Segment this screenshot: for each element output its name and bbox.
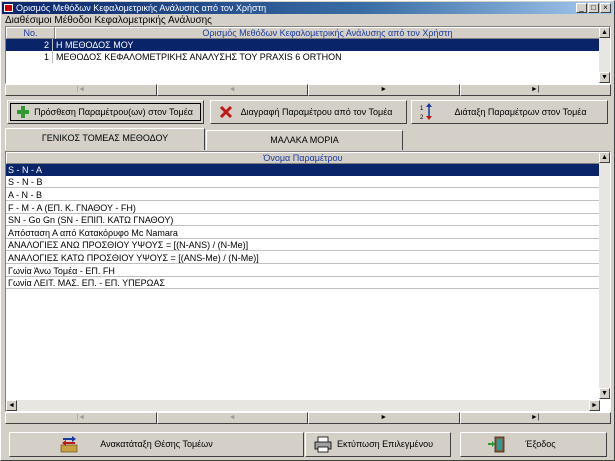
print-selected-label: Εκτύπωση Επιλεγμένου xyxy=(337,439,433,449)
parameter-row[interactable]: S - N - A xyxy=(6,164,600,176)
method-row[interactable]: 2 Η ΜΕΘΟΔΟΣ ΜΟΥ xyxy=(6,39,600,51)
parameter-row[interactable]: S - N - B xyxy=(6,176,600,188)
parameter-row[interactable]: ΑΝΑΛΟΓΙΕΣ ΑΝΩ ΠΡΟΣΘΙΟΥ ΥΨΟΥΣ = [(N-ANS) … xyxy=(6,239,600,251)
reorder-sections-label: Ανακατάταξη Θέσης Τομέων xyxy=(100,439,213,449)
window-title: Ορισμός Μεθόδων Κεφαλομετρικής Ανάλυσης … xyxy=(16,3,267,13)
scroll-up-button[interactable]: ▲ xyxy=(599,27,610,38)
methods-grid[interactable]: No. Ορισμός Μεθόδων Κεφαλομετρικής Ανάλυ… xyxy=(5,26,611,84)
scroll-down-button[interactable]: ▼ xyxy=(599,388,610,399)
delete-parameter-button[interactable]: Διαγραφή Παραμέτρου από τον Τομέα xyxy=(210,100,407,124)
nav-first-button[interactable]: |◄ xyxy=(5,84,157,96)
parameter-row[interactable]: Γωνία Άνω Τομέα - ΕΠ. FH xyxy=(6,265,600,277)
delete-x-icon xyxy=(219,105,233,119)
nav-last-button[interactable]: ►| xyxy=(459,412,611,424)
col-header-parameter-name[interactable]: Όνομα Παραμέτρου xyxy=(6,152,600,164)
nav-next-button[interactable]: ► xyxy=(308,412,460,424)
close-button[interactable]: × xyxy=(600,3,611,13)
nav-prev-button[interactable]: ◄ xyxy=(156,412,308,424)
methods-navigator: |◄ ◄ ► ►| xyxy=(5,84,611,96)
exit-button[interactable]: Έξοδος xyxy=(460,432,607,457)
window-controls: _ □ × xyxy=(576,3,611,13)
print-selected-button[interactable]: Εκτύπωση Επιλεγμένου xyxy=(305,432,451,457)
parameter-row[interactable]: SN - Go Gn (SN - ΕΠΙΠ. ΚΑΤΩ ΓΝΑΘΟΥ) xyxy=(6,214,600,226)
parameters-hscroll[interactable]: ◄ ► xyxy=(6,400,600,411)
add-parameter-label: Πρόσθεση Παραμέτρου(ων) στον Τομέα xyxy=(34,107,193,117)
maximize-button[interactable]: □ xyxy=(588,3,599,13)
parameters-grid[interactable]: Όνομα Παραμέτρου S - N - A S - N - B A -… xyxy=(5,151,611,412)
sort-arrows-icon: 1 2 xyxy=(420,103,432,121)
scroll-left-button[interactable]: ◄ xyxy=(6,400,17,411)
minimize-button[interactable]: _ xyxy=(576,3,587,13)
exit-label: Έξοδος xyxy=(525,439,556,449)
nav-prev-button[interactable]: ◄ xyxy=(156,84,308,96)
methods-vscroll[interactable]: ▲ ▼ xyxy=(599,27,610,83)
svg-text:1: 1 xyxy=(420,106,424,112)
parameters-navigator: |◄ ◄ ► ►| xyxy=(5,412,611,424)
reorder-sections-button[interactable]: Ανακατάταξη Θέσης Τομέων xyxy=(9,432,304,457)
parameter-row[interactable]: A - N - B xyxy=(6,189,600,201)
main-window: Ορισμός Μεθόδων Κεφαλομετρικής Ανάλυσης … xyxy=(0,0,615,461)
parameter-row[interactable]: F - M - A (ΕΠ. Κ. ΓΝΑΘΟΥ - FH) xyxy=(6,202,600,214)
delete-parameter-label: Διαγραφή Παραμέτρου από τον Τομέα xyxy=(240,107,393,117)
parameter-row[interactable]: ΑΝΑΛΟΓΙΕΣ ΚΑΤΩ ΠΡΟΣΘΙΟΥ ΥΨΟΥΣ = [(ANS-Me… xyxy=(6,252,600,264)
title-bar[interactable]: Ορισμός Μεθόδων Κεφαλομετρικής Ανάλυσης … xyxy=(2,2,613,14)
scroll-right-button[interactable]: ► xyxy=(589,400,600,411)
method-no: 2 xyxy=(6,39,53,51)
method-row[interactable]: 1 ΜΕΘΟΔΟΣ ΚΕΦΑΛΟΜΕΤΡΙΚΗΣ ΑΝΑΛΥΣΗΣ ΤΟΥ PR… xyxy=(6,51,600,63)
tab-soft-tissue[interactable]: ΜΑΛΑΚΑ ΜΟΡΙΑ xyxy=(206,130,403,150)
method-name: Η ΜΕΘΟΔΟΣ ΜΟΥ xyxy=(56,40,134,50)
method-name: ΜΕΘΟΔΟΣ ΚΕΦΑΛΟΜΕΤΡΙΚΗΣ ΑΝΑΛΥΣΗΣ ΤΟΥ PRAX… xyxy=(56,52,342,62)
arrange-parameters-label: Διάταξη Παραμέτρων στον Τομέα xyxy=(454,107,587,117)
svg-text:2: 2 xyxy=(420,115,424,121)
parameter-row[interactable]: Γωνία ΛΕΙΤ. ΜΑΣ. ΕΠ. - ΕΠ. ΥΠΕΡΩΑΣ xyxy=(6,277,600,289)
parameter-row[interactable]: Απόσταση Α από Κατακόρυφο Mc Namara xyxy=(6,227,600,239)
nav-first-button[interactable]: |◄ xyxy=(5,412,157,424)
scroll-up-button[interactable]: ▲ xyxy=(599,152,610,163)
nav-last-button[interactable]: ►| xyxy=(459,84,611,96)
nav-next-button[interactable]: ► xyxy=(308,84,460,96)
parameters-vscroll[interactable]: ▲ ▼ xyxy=(599,152,610,399)
app-icon xyxy=(4,4,13,12)
scroll-down-button[interactable]: ▼ xyxy=(599,72,610,83)
tab-general-section[interactable]: ΓΕΝΙΚΟΣ ΤΟΜΕΑΣ ΜΕΘΟΔΟΥ xyxy=(5,128,205,150)
methods-caption: Διαθέσιμοι Μέθοδοι Κεφαλομετρικής Ανάλυσ… xyxy=(5,15,213,26)
col-header-no[interactable]: No. xyxy=(6,27,55,39)
col-header-method-name[interactable]: Ορισμός Μεθόδων Κεφαλομετρικής Ανάλυσης … xyxy=(55,27,600,39)
plus-icon xyxy=(17,106,29,118)
method-no: 1 xyxy=(6,51,53,63)
add-parameter-button[interactable]: Πρόσθεση Παραμέτρου(ων) στον Τομέα xyxy=(7,100,204,124)
arrange-parameters-button[interactable]: 1 2 Διάταξη Παραμέτρων στον Τομέα xyxy=(411,100,608,124)
